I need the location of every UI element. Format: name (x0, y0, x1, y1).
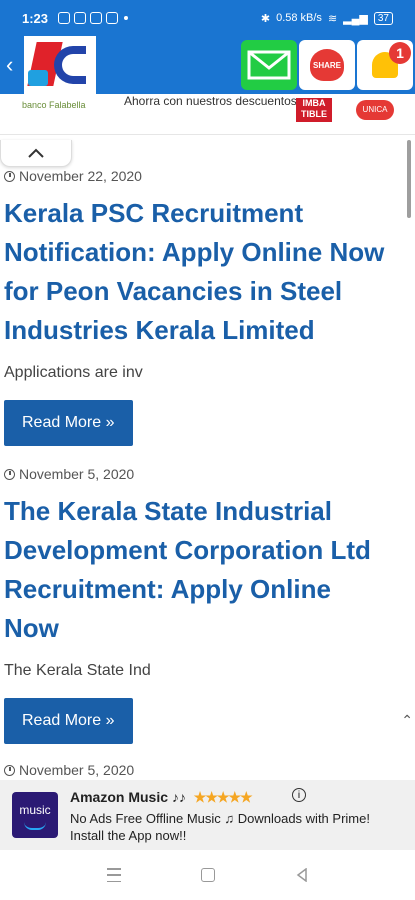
message-icon (58, 12, 71, 24)
chevron-up-icon (28, 148, 44, 158)
post-date: November 5, 2020 (4, 762, 134, 778)
ad-title-text: Amazon Music ♪♪ (70, 789, 186, 805)
ad-promo-text: Ahorra con nuestros descuentos (124, 94, 297, 108)
read-more-button[interactable]: Read More » (4, 698, 133, 744)
notification-badge: 1 (389, 42, 411, 64)
recent-apps-icon[interactable] (106, 868, 121, 882)
rating-stars-icon: ★★★★★ (193, 789, 253, 805)
logo-blue-shape (54, 46, 86, 84)
post-title-line[interactable]: Development Corporation Ltd (4, 531, 415, 570)
post-date: November 5, 2020 (4, 466, 415, 482)
app-icon (90, 12, 103, 24)
system-nav-bar (0, 850, 415, 900)
mail-icon[interactable] (241, 40, 297, 90)
post-date-text: November 5, 2020 (19, 762, 135, 778)
ad-title: Amazon Music ♪♪ ★★★★★ (70, 789, 253, 806)
brand-logo-unica: UNICA (356, 100, 394, 120)
amazon-music-icon: music (12, 792, 58, 838)
collapse-ad-button[interactable] (0, 140, 72, 167)
clock-icon (4, 170, 15, 182)
read-more-button[interactable]: Read More » (4, 400, 133, 446)
signal-icon: ▂▄▆ (343, 12, 368, 25)
photo-icon (74, 12, 87, 24)
nav-back-icon[interactable] (295, 867, 309, 883)
logo-light-shape (28, 70, 48, 86)
info-icon[interactable]: i (292, 788, 306, 802)
post-card: November 5, 2020 The Kerala State Indust… (4, 466, 415, 744)
status-time: 1:23 (22, 10, 49, 26)
clock-icon (4, 764, 15, 776)
notification-bell-icon[interactable]: 1 (357, 40, 413, 90)
share-icon[interactable]: SHARE (299, 40, 355, 90)
post-excerpt: Applications are inv (4, 364, 143, 381)
bluetooth-icon: ✱ (260, 12, 271, 25)
post-date: November 22, 2020 (4, 168, 415, 184)
post-title[interactable]: Kerala PSC Recruitment Notification: App… (4, 194, 415, 350)
top-ad-banner[interactable]: banco Falabella Ahorra con nuestros desc… (0, 94, 415, 135)
post-card: November 22, 2020 Kerala PSC Recruitment… (4, 168, 415, 446)
post-title-line[interactable]: for Peon Vacancies in Steel (4, 272, 415, 311)
post-title-line[interactable]: The Kerala State Industrial (4, 492, 415, 531)
post-title-line[interactable]: Kerala PSC Recruitment (4, 194, 415, 233)
notification-icons (58, 12, 119, 24)
app-bar: ‹ SHARE 1 (0, 36, 415, 94)
post-title-line[interactable]: Now (4, 609, 415, 648)
amazon-smile-icon (24, 822, 46, 830)
status-bar: 1:23 ✱ 0.58 kB/s ≋ ▂▄▆ 37 (0, 0, 415, 36)
more-notifications-icon (124, 16, 129, 20)
wifi-icon: ≋ (327, 12, 338, 25)
brand-logo-imbatible: IMBA TIBLE (296, 98, 332, 122)
ad-description: No Ads Free Offline Music ♫ Downloads wi… (70, 811, 370, 843)
chevron-up-icon[interactable]: ⌃ (401, 712, 413, 729)
back-icon[interactable]: ‹ (6, 52, 24, 78)
clock-icon (4, 468, 15, 480)
post-title-line[interactable]: Industries Kerala Limited (4, 311, 415, 350)
app-bar-spacer (96, 36, 241, 94)
post-date-text: November 5, 2020 (19, 466, 135, 482)
site-logo[interactable] (24, 36, 96, 94)
post-excerpt: The Kerala State Ind (4, 662, 151, 679)
post-date-text: November 22, 2020 (19, 168, 142, 184)
post-title[interactable]: The Kerala State Industrial Development … (4, 492, 415, 648)
system-icons: ✱ 0.58 kB/s ≋ ▂▄▆ 37 (260, 11, 393, 25)
amazon-music-icon-text: music (19, 803, 51, 817)
bottom-ad-banner[interactable]: music Amazon Music ♪♪ ★★★★★ i No Ads Fre… (0, 780, 415, 850)
post-title-line[interactable]: Notification: Apply Online Now (4, 233, 415, 272)
share-heart: SHARE (310, 49, 344, 81)
bank-logo: banco Falabella (22, 100, 86, 110)
network-speed: 0.58 kB/s (276, 12, 322, 24)
home-icon[interactable] (200, 868, 215, 882)
post-title-line[interactable]: Recruitment: Apply Online (4, 570, 415, 609)
app-icon (106, 12, 119, 24)
battery-icon: 37 (373, 11, 393, 25)
